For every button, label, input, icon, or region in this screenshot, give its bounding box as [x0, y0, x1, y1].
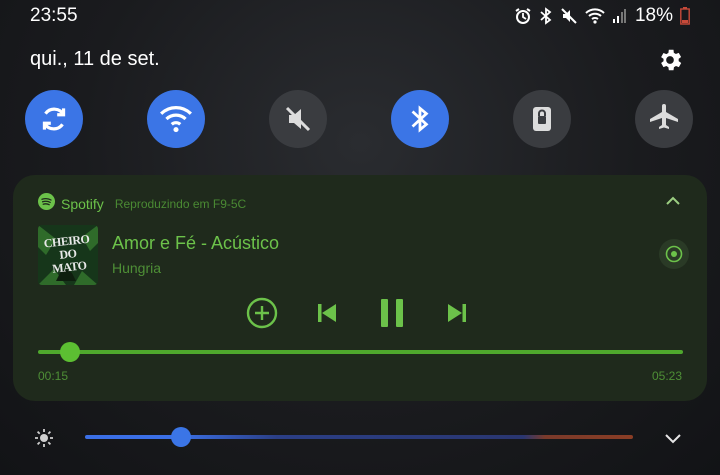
song-artist: Hungria: [112, 260, 162, 276]
alarm-icon: [514, 7, 532, 25]
expand-panel-button[interactable]: [662, 430, 684, 446]
pause-button[interactable]: [372, 293, 412, 333]
status-bar: 23:55 18%: [0, 0, 720, 32]
quick-settings-row: [25, 90, 695, 148]
battery-percentage: 18%: [634, 5, 673, 26]
airplane-icon: [650, 104, 678, 129]
date-label: qui., 11 de set.: [30, 48, 160, 70]
wifi-icon: [160, 106, 192, 133]
gear-icon: [661, 49, 682, 71]
next-track-button[interactable]: [437, 293, 477, 333]
chevron-up-icon: [666, 196, 680, 205]
pause-icon: [381, 299, 403, 327]
sound-toggle[interactable]: [269, 90, 327, 148]
previous-track-button[interactable]: [307, 293, 347, 333]
wifi-icon: [585, 7, 605, 25]
brightness-slider-handle[interactable]: [171, 427, 191, 447]
brightness-icon: [34, 428, 54, 448]
speaker-output-icon: [665, 245, 683, 263]
status-icons: 18%: [514, 5, 690, 27]
chevron-down-icon: [665, 434, 681, 444]
playback-progress-bar[interactable]: [38, 350, 683, 354]
album-art-title: CHEIRO DO MATO: [43, 231, 91, 276]
secure-folder-toggle[interactable]: [513, 90, 571, 148]
song-title: Amor e Fé - Acústico: [112, 233, 280, 253]
mute-icon: [285, 106, 311, 132]
brightness-slider[interactable]: [85, 435, 633, 439]
output-device-button[interactable]: [659, 239, 689, 269]
total-duration: 05:23: [651, 369, 682, 383]
playing-on-device[interactable]: Reproduzindo em F9-5C: [115, 197, 246, 211]
status-time: 23:55: [30, 5, 78, 26]
add-circle-icon: [246, 297, 278, 329]
player-app-name: Spotify: [61, 196, 104, 212]
media-player-card: Spotify Reproduzindo em F9-5C CHEIRO DO …: [13, 175, 707, 401]
signal-icon: [612, 8, 626, 24]
album-art: CHEIRO DO MATO: [38, 225, 98, 285]
collapse-button[interactable]: [663, 193, 683, 209]
lock-icon: [533, 107, 551, 131]
sync-icon: [42, 107, 66, 131]
add-to-library-button[interactable]: [242, 293, 282, 333]
bluetooth-toggle[interactable]: [391, 90, 449, 148]
playback-controls: [13, 293, 707, 333]
auto-rotate-toggle[interactable]: [25, 90, 83, 148]
player-header: Spotify Reproduzindo em F9-5C: [38, 193, 246, 215]
settings-button[interactable]: [656, 46, 684, 74]
bluetooth-icon: [539, 7, 553, 25]
mute-icon: [560, 7, 578, 25]
bluetooth-icon: [411, 105, 429, 133]
wifi-toggle[interactable]: [147, 90, 205, 148]
skip-previous-icon: [318, 304, 336, 322]
spotify-icon: [38, 193, 55, 215]
elapsed-time: 00:15: [38, 369, 69, 383]
playback-seek-handle[interactable]: [60, 342, 80, 362]
airplane-mode-toggle[interactable]: [635, 90, 693, 148]
skip-next-icon: [448, 304, 466, 322]
battery-icon: [680, 7, 690, 25]
